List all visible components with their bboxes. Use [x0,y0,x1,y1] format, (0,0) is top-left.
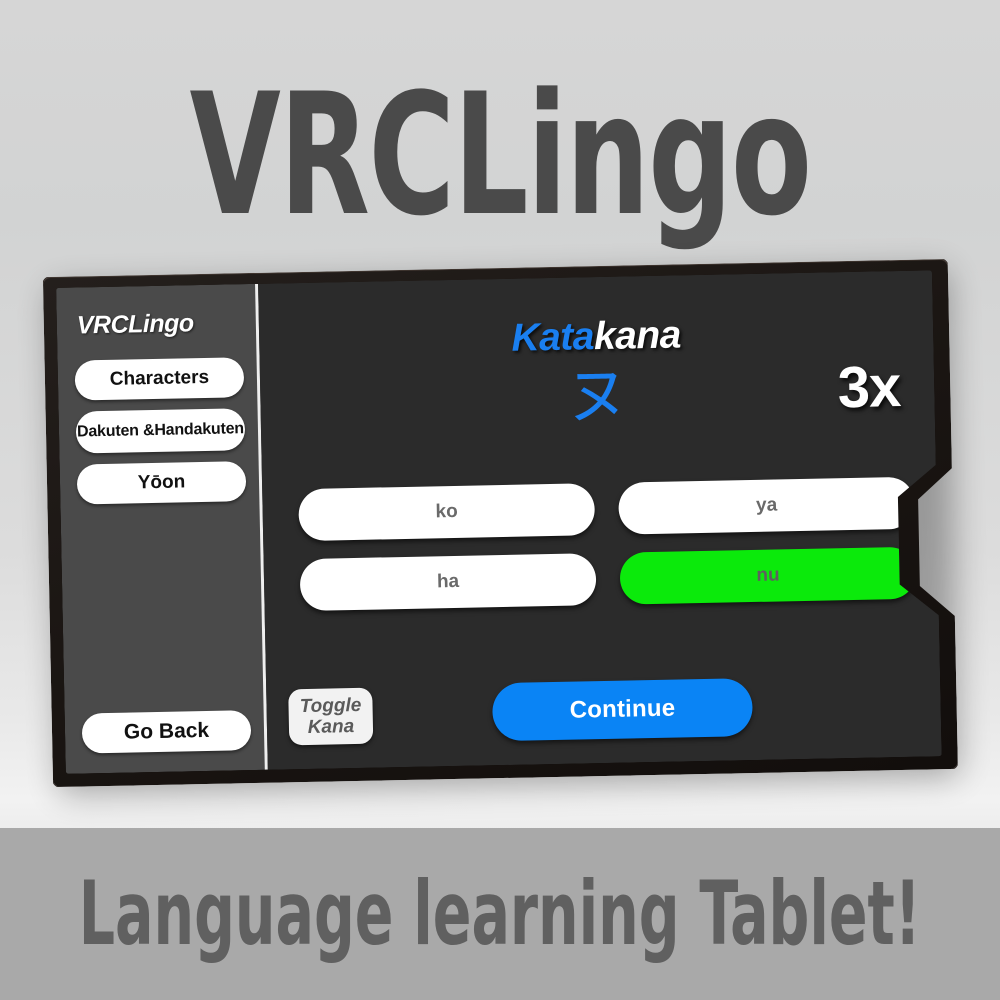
poster-root: VRCLingo VRCLingo Characters Dakuten & H… [0,0,1000,1000]
bottom-banner: Language learning Tablet! [0,828,1000,1000]
streak-counter: 3x [837,354,901,421]
continue-button[interactable]: Continue [492,678,753,741]
tablet-device: VRCLingo Characters Dakuten & Handakuten… [43,259,963,797]
sidebar-item-dakuten-line2: Handakuten [154,419,245,439]
sidebar-item-yoon[interactable]: Yōon [77,461,247,504]
page-title: VRCLingo [189,57,812,253]
answer-options-grid: ko ya ha nu [298,477,916,611]
answer-option-ya[interactable]: ya [618,477,915,535]
bottom-caption: Language learning Tablet! [78,862,922,965]
sidebar-app-title: VRCLingo [76,309,194,340]
kana-character-display: ヌ [565,358,630,433]
go-back-button[interactable]: Go Back [82,710,252,753]
toggle-kana-line2: Kana [307,716,355,738]
toggle-kana-button[interactable]: Toggle Kana [288,688,373,746]
answer-option-ha[interactable]: ha [300,553,597,611]
lesson-title-rest: kana [593,313,682,359]
answer-option-ko[interactable]: ko [298,483,595,541]
quiz-panel: Katakana ヌ 3x ko ya ha nu Toggle Kana Co… [258,270,942,769]
sidebar-item-characters[interactable]: Characters [75,357,245,400]
toggle-kana-line1: Toggle [299,694,362,717]
sidebar: VRCLingo Characters Dakuten & Handakuten… [56,284,268,774]
sidebar-item-dakuten-line1: Dakuten & [76,421,155,441]
answer-option-nu[interactable]: nu [620,547,917,605]
sidebar-item-dakuten-handakuten[interactable]: Dakuten & Handakuten [76,408,246,453]
tablet-screen: VRCLingo Characters Dakuten & Handakuten… [56,270,942,773]
lesson-title-highlight: Kata [511,315,595,360]
sidebar-nav: Characters Dakuten & Handakuten Yōon [58,357,260,505]
sidebar-footer: Go Back [65,710,265,760]
quiz-footer: Toggle Kana Continue [288,675,915,744]
